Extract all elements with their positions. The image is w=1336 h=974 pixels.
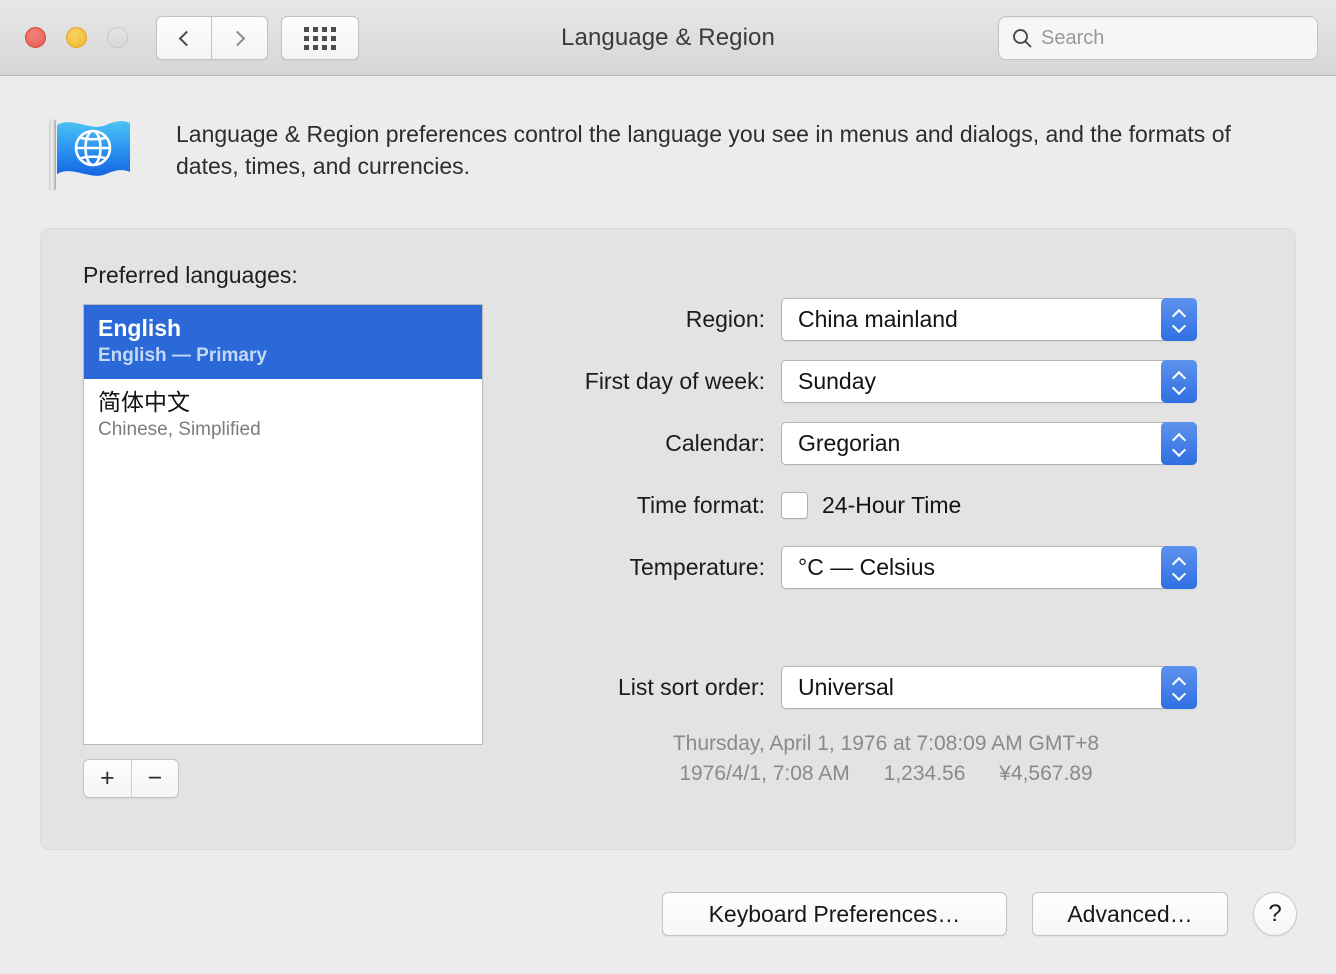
preferred-languages-list[interactable]: English English — Primary 简体中文 Chinese, …: [83, 304, 483, 745]
search-field[interactable]: Search: [998, 16, 1318, 60]
add-language-button[interactable]: +: [84, 760, 132, 797]
region-row: Region: China mainland: [501, 297, 1271, 341]
temperature-row: Temperature: °C — Celsius: [501, 545, 1271, 589]
format-preview-line2: 1976/4/1, 7:08 AM 1,234.56 ¥4,567.89: [501, 759, 1271, 789]
time-format-checkbox-wrap[interactable]: 24-Hour Time: [781, 491, 962, 519]
temperature-value: °C — Celsius: [798, 553, 936, 580]
language-subtitle: English — Primary: [98, 345, 267, 366]
chevron-updown-icon[interactable]: [1161, 421, 1197, 465]
time-format-label: Time format:: [636, 491, 765, 518]
first-day-of-week-value: Sunday: [798, 367, 877, 394]
chevron-updown-icon[interactable]: [1161, 545, 1197, 589]
calendar-label: Calendar:: [665, 429, 765, 456]
24-hour-time-label: 24-Hour Time: [822, 491, 962, 518]
temperature-select[interactable]: °C — Celsius: [781, 545, 1197, 589]
search-icon: [1013, 29, 1032, 48]
region-value: China mainland: [798, 305, 958, 332]
temperature-label: Temperature:: [629, 553, 765, 580]
chevron-updown-icon[interactable]: [1161, 359, 1197, 403]
chevron-updown-icon[interactable]: [1161, 297, 1197, 341]
add-remove-language-control: + −: [83, 759, 179, 798]
list-sort-order-label: List sort order:: [618, 673, 765, 700]
language-region-window: Language & Region Search Language & Regi…: [0, 0, 1336, 974]
keyboard-preferences-button[interactable]: Keyboard Preferences…: [662, 892, 1007, 936]
flag-globe-icon: [49, 119, 130, 191]
window-titlebar: Language & Region Search: [0, 0, 1336, 76]
first-day-of-week-row: First day of week: Sunday: [501, 359, 1271, 403]
first-day-of-week-label: First day of week:: [584, 367, 765, 394]
list-sort-order-value: Universal: [798, 673, 894, 700]
region-settings-form: Region: China mainland First day of week…: [501, 297, 1271, 727]
first-day-of-week-select[interactable]: Sunday: [781, 359, 1197, 403]
list-sort-order-row: List sort order: Universal: [501, 665, 1271, 709]
format-preview-number: 1,234.56: [883, 762, 966, 785]
language-name: English: [98, 315, 182, 341]
calendar-value: Gregorian: [798, 429, 901, 456]
24-hour-time-checkbox[interactable]: [781, 491, 808, 519]
format-preview-short-date: 1976/4/1, 7:08 AM: [679, 762, 850, 785]
language-name: 简体中文: [98, 389, 190, 415]
list-item[interactable]: 简体中文 Chinese, Simplified: [84, 379, 482, 453]
format-preview: Thursday, April 1, 1976 at 7:08:09 AM GM…: [501, 729, 1271, 789]
chevron-updown-icon[interactable]: [1161, 665, 1197, 709]
region-label: Region:: [685, 305, 765, 332]
remove-language-button[interactable]: −: [132, 760, 179, 797]
calendar-row: Calendar: Gregorian: [501, 421, 1271, 465]
preferences-banner: Language & Region preferences control th…: [0, 76, 1336, 226]
settings-panel: Preferred languages: English English — P…: [40, 228, 1296, 850]
list-sort-order-select[interactable]: Universal: [781, 665, 1197, 709]
time-format-row: Time format: 24-Hour Time: [501, 483, 1271, 527]
preferences-description: Language & Region preferences control th…: [176, 121, 1231, 179]
calendar-select[interactable]: Gregorian: [781, 421, 1197, 465]
region-select[interactable]: China mainland: [781, 297, 1197, 341]
list-item[interactable]: English English — Primary: [84, 305, 482, 379]
advanced-button[interactable]: Advanced…: [1032, 892, 1228, 936]
help-button[interactable]: ?: [1253, 892, 1297, 936]
preferred-languages-label: Preferred languages:: [83, 262, 298, 288]
format-preview-currency: ¥4,567.89: [999, 762, 1093, 785]
search-placeholder: Search: [1041, 26, 1105, 49]
language-subtitle: Chinese, Simplified: [98, 419, 261, 440]
format-preview-long-date: Thursday, April 1, 1976 at 7:08:09 AM GM…: [672, 732, 1100, 755]
